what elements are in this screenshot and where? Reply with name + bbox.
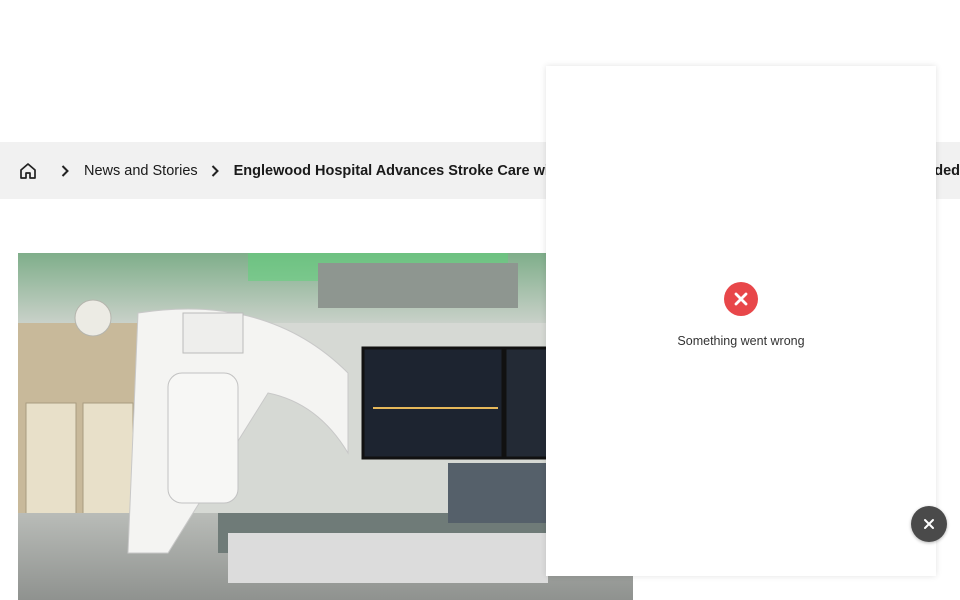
- close-button[interactable]: [911, 506, 947, 542]
- breadcrumb-overflow-text: ded: [934, 162, 960, 179]
- breadcrumb-current-page: Englewood Hospital Advances Stroke Care …: [233, 162, 563, 179]
- error-overlay: Something went wrong: [546, 66, 936, 576]
- error-message: Something went wrong: [677, 334, 805, 348]
- home-icon[interactable]: [18, 161, 38, 181]
- chevron-right-icon: [210, 164, 220, 177]
- chevron-right-icon: [60, 164, 70, 177]
- close-icon: [924, 519, 934, 529]
- breadcrumb-news-and-stories[interactable]: News and Stories: [84, 163, 198, 179]
- hero-image: [18, 253, 633, 600]
- angiography-suite-photo: [18, 253, 633, 600]
- error-x-icon: [724, 282, 758, 316]
